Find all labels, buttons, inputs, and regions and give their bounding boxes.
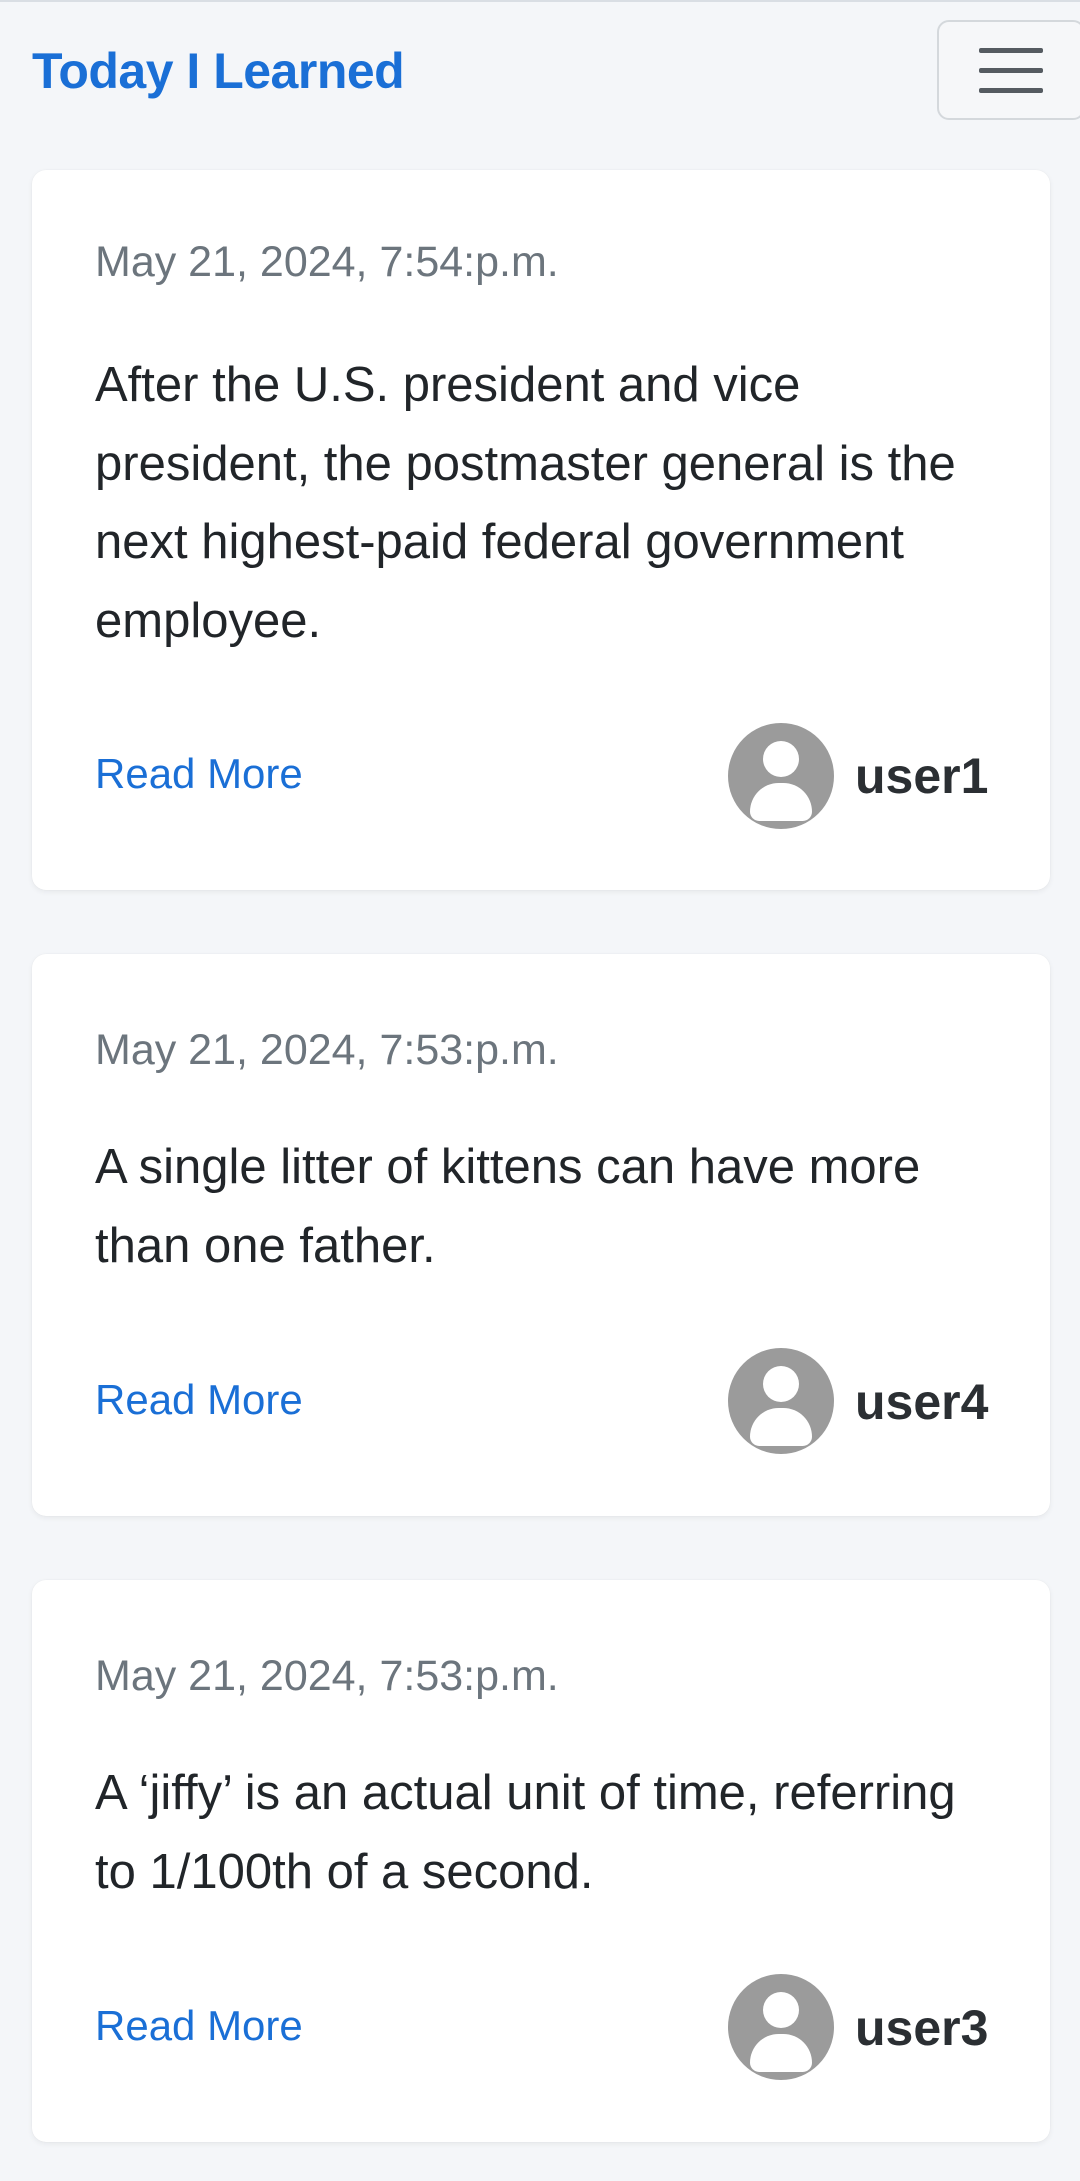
avatar-head-shape: [763, 1992, 799, 2028]
user-avatar-icon[interactable]: [728, 1348, 834, 1454]
post-username[interactable]: user1: [855, 746, 988, 806]
hamburger-bar: [979, 88, 1043, 93]
post-date: May 21, 2024, 7:54:p.m.: [95, 238, 559, 286]
post-date: May 21, 2024, 7:53:p.m.: [95, 1026, 559, 1074]
post-username[interactable]: user3: [855, 1998, 988, 2058]
post-text: A single litter of kittens can have more…: [95, 1140, 921, 1273]
avatar-shoulders-shape: [750, 2034, 812, 2072]
read-more-link[interactable]: Read More: [95, 1374, 303, 1426]
avatar-head-shape: [763, 741, 799, 777]
avatar-shoulders-shape: [750, 1408, 812, 1446]
avatar-shoulders-shape: [750, 783, 812, 821]
post-card: May 21, 2024, 7:53:p.m. A ‘jiffy’ is an …: [32, 1580, 1050, 2142]
user-avatar-icon[interactable]: [728, 723, 834, 829]
navbar-toggle-button[interactable]: [937, 20, 1080, 120]
post-card: May 21, 2024, 7:54:p.m. After the U.S. p…: [32, 170, 1050, 890]
navbar: Today I Learned: [0, 2, 1080, 140]
hamburger-bar: [979, 68, 1043, 73]
avatar-head-shape: [763, 1366, 799, 1402]
post-card: May 21, 2024, 7:53:p.m. A single litter …: [32, 954, 1050, 1516]
post-text: After the U.S. president and vice presid…: [95, 358, 956, 648]
hamburger-bar: [979, 48, 1043, 53]
post-username[interactable]: user4: [855, 1372, 988, 1432]
read-more-link[interactable]: Read More: [95, 2000, 303, 2052]
read-more-link[interactable]: Read More: [95, 748, 303, 800]
brand-link[interactable]: Today I Learned: [32, 40, 405, 102]
user-avatar-icon[interactable]: [728, 1974, 834, 2080]
post-text: A ‘jiffy’ is an actual unit of time, ref…: [95, 1766, 956, 1899]
post-date: May 21, 2024, 7:53:p.m.: [95, 1652, 559, 1700]
